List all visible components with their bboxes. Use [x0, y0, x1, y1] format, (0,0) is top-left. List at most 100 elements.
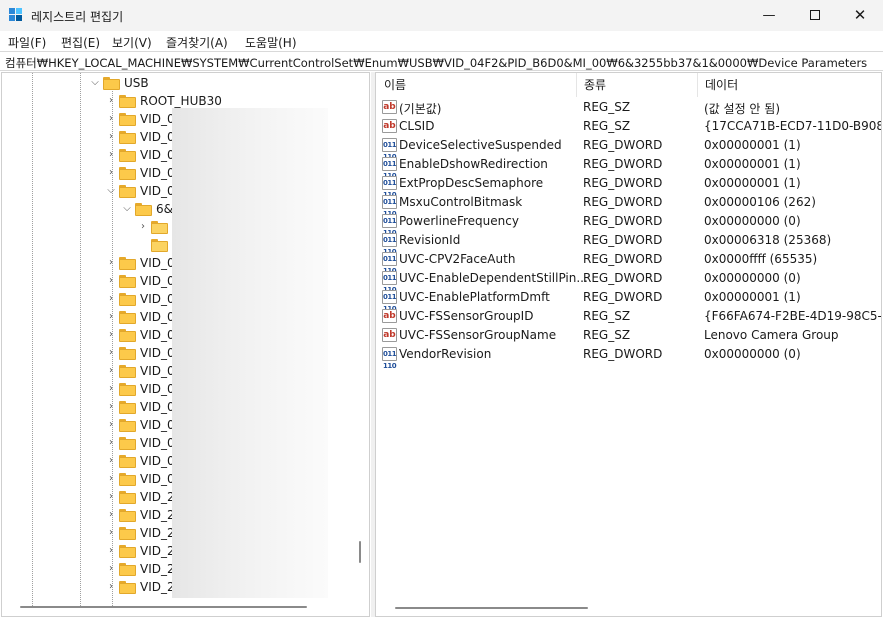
value-row[interactable]: 011 110 VendorRevision REG_DWORD 0x00000000…	[376, 345, 881, 370]
registry-editor-icon	[9, 8, 23, 22]
folder-icon	[119, 347, 136, 360]
folder-icon	[119, 563, 136, 576]
folder-icon	[119, 257, 136, 270]
value-row[interactable]: 011 110EnableDshowRedirection REG_DWORD 0x…	[376, 155, 881, 180]
value-name: DeviceSelectiveSuspended	[399, 138, 562, 152]
value-row[interactable]: 011 110MsxuControlBitmask REG_DWORD 0x0000…	[376, 193, 881, 218]
tree-item-label: VID_2	[140, 508, 175, 522]
value-type: REG_DWORD	[583, 290, 663, 304]
key-tree-pane[interactable]: ⌵ USB › ROOT_HUB30 › VID_04 › VID_04 › VID_04 › VID…	[1, 72, 370, 617]
chevron-right-icon[interactable]: ›	[106, 290, 116, 308]
column-header-name[interactable]: 이름	[376, 73, 576, 97]
value-data: 0x00006318 (25368)	[704, 233, 832, 247]
chevron-right-icon[interactable]: ›	[106, 542, 116, 560]
value-row[interactable]: ab UVC-FSSensorGroupName REG_SZ Lenovo Came…	[376, 326, 881, 345]
menu-favorites[interactable]: 즐겨찾기(A)	[166, 34, 228, 51]
string-value-icon: ab	[382, 328, 397, 342]
chevron-right-icon[interactable]: ›	[106, 272, 116, 290]
tree-item-label: VID_0	[140, 454, 175, 468]
value-horizontal-scrollbar[interactable]	[395, 607, 588, 609]
menu-view[interactable]: 보기(V)	[112, 34, 152, 51]
chevron-down-icon[interactable]: ⌵	[106, 182, 116, 200]
menu-help[interactable]: 도움말(H)	[245, 34, 297, 51]
value-name: VendorRevision	[399, 347, 492, 361]
folder-icon	[119, 509, 136, 522]
tree-item-label: VID_2	[140, 544, 175, 558]
value-row[interactable]: 011 110PowerlineFrequency REG_DWORD 0x0000…	[376, 212, 881, 237]
folder-icon	[119, 329, 136, 342]
tree-vertical-scrollbar[interactable]	[359, 541, 361, 563]
value-row[interactable]: 011 110UVC-EnableDependentStillPin...REG…	[376, 269, 881, 294]
maximize-icon	[810, 10, 820, 20]
chevron-right-icon[interactable]: ›	[106, 524, 116, 542]
chevron-right-icon[interactable]: ›	[106, 578, 116, 596]
tree-item-label: ROOT_HUB30	[140, 94, 222, 108]
tree-item-label: VID_0	[140, 436, 175, 450]
chevron-right-icon[interactable]: ›	[106, 308, 116, 326]
folder-icon	[103, 77, 120, 90]
value-row[interactable]: abCLSID REG_SZ {17CCA71B-ECD7-11D0-B908-00	[376, 117, 881, 136]
chevron-right-icon[interactable]: ›	[106, 362, 116, 380]
folder-icon	[119, 185, 136, 198]
value-type: REG_DWORD	[583, 176, 663, 190]
chevron-right-icon[interactable]: ›	[106, 164, 116, 182]
binary-value-icon: 011 110	[382, 157, 397, 180]
column-header-type[interactable]: 종류	[576, 73, 697, 97]
chevron-right-icon[interactable]: ›	[106, 560, 116, 578]
chevron-right-icon[interactable]: ›	[106, 326, 116, 344]
chevron-down-icon[interactable]: ⌵	[122, 200, 132, 218]
chevron-right-icon[interactable]: ›	[106, 452, 116, 470]
value-row[interactable]: 011 110DeviceSelectiveSuspended REG_DWORD…	[376, 136, 881, 161]
value-name: EnableDshowRedirection	[399, 157, 548, 171]
folder-icon	[119, 581, 136, 594]
tree-horizontal-scrollbar[interactable]	[20, 606, 307, 608]
chevron-right-icon[interactable]: ›	[106, 110, 116, 128]
value-type: REG_DWORD	[583, 157, 663, 171]
value-list-pane[interactable]: 이름 종류 데이터 ab (기본값) REG_SZ (값 설정 안 됨) ab CLSID…	[375, 72, 882, 617]
chevron-right-icon[interactable]: ›	[106, 398, 116, 416]
folder-icon	[119, 527, 136, 540]
value-row[interactable]: 011 110RevisionId REG_DWORD 0x00006318 (25…	[376, 231, 881, 256]
folder-icon	[135, 203, 152, 216]
column-header-data[interactable]: 데이터	[697, 73, 881, 97]
value-data: 0x00000106 (262)	[704, 195, 816, 209]
tree-item-label: VID_0	[140, 382, 175, 396]
folder-icon	[119, 293, 136, 306]
chevron-right-icon[interactable]: ›	[106, 470, 116, 488]
close-button[interactable]: ✕	[837, 0, 883, 31]
maximize-button[interactable]	[792, 0, 838, 31]
chevron-right-icon[interactable]: ›	[106, 380, 116, 398]
chevron-down-icon[interactable]: ⌵	[90, 74, 100, 92]
menu-bar: 파일(F) 편집(E) 보기(V) 즐겨찾기(A) 도움말(H)	[0, 31, 883, 51]
chevron-right-icon[interactable]: ›	[138, 218, 148, 236]
chevron-right-icon[interactable]: ›	[106, 416, 116, 434]
value-type: REG_DWORD	[583, 138, 663, 152]
binary-value-icon: 011 110	[382, 138, 397, 161]
value-row[interactable]: 011 110UVC-CPV2FaceAuth REG_DWORD 0x0000ff…	[376, 250, 881, 275]
tree-item-label: VID_0	[140, 472, 175, 486]
value-name: RevisionId	[399, 233, 461, 247]
chevron-right-icon[interactable]: ›	[106, 434, 116, 452]
chevron-right-icon[interactable]: ›	[106, 92, 116, 110]
tree-item-usb[interactable]: ⌵ USB	[2, 74, 362, 92]
value-row[interactable]: 011 110ExtPropDescSemaphore REG_DWORD 0x00…	[376, 174, 881, 199]
redacted-region	[172, 108, 328, 598]
chevron-right-icon[interactable]: ›	[106, 128, 116, 146]
value-row[interactable]: ab UVC-FSSensorGroupID REG_SZ {F66FA674-F2B…	[376, 307, 881, 326]
value-data: 0x00000001 (1)	[704, 157, 801, 171]
address-path[interactable]: 컴퓨터₩HKEY_LOCAL_MACHINE₩SYSTEM₩CurrentCon…	[5, 55, 867, 71]
value-name: CLSID	[399, 119, 435, 133]
minimize-button[interactable]: —	[746, 0, 792, 31]
chevron-right-icon[interactable]: ›	[106, 506, 116, 524]
chevron-right-icon[interactable]: ›	[106, 254, 116, 272]
address-bar[interactable]: 컴퓨터₩HKEY_LOCAL_MACHINE₩SYSTEM₩CurrentCon…	[0, 51, 883, 71]
chevron-right-icon[interactable]: ›	[106, 344, 116, 362]
chevron-right-icon[interactable]: ›	[106, 146, 116, 164]
chevron-right-icon[interactable]: ›	[106, 488, 116, 506]
menu-edit[interactable]: 편집(E)	[61, 34, 100, 51]
value-row[interactable]: ab (기본값) REG_SZ (값 설정 안 됨)	[376, 98, 881, 117]
folder-icon	[119, 455, 136, 468]
value-row[interactable]: 011 110UVC-EnablePlatformDmft REG_DWORD 0x…	[376, 288, 881, 313]
tree-item-label: VID_2	[140, 490, 175, 504]
menu-file[interactable]: 파일(F)	[8, 34, 46, 51]
